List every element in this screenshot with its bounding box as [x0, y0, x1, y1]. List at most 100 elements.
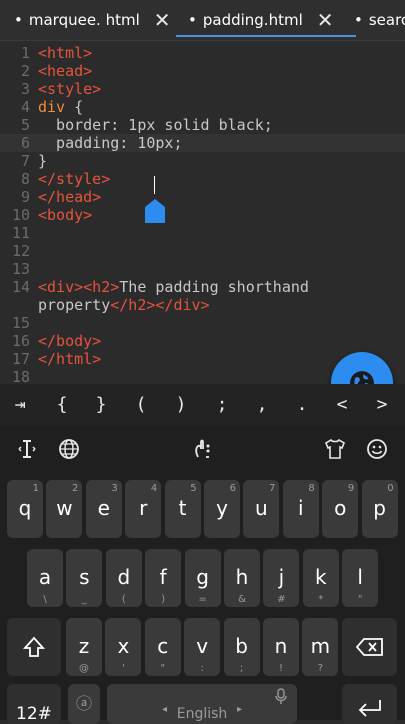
symbol-key[interactable]: ): [169, 384, 193, 426]
key-t[interactable]: t5: [164, 480, 201, 538]
key-z[interactable]: z @: [66, 618, 102, 676]
microphone-icon: [275, 688, 287, 704]
symbol-tab-key[interactable]: ⇥: [8, 384, 32, 426]
key-alt-label: ?: [317, 663, 324, 674]
symbol-key[interactable]: }: [89, 384, 113, 426]
shift-key[interactable]: [7, 618, 61, 676]
spacebar[interactable]: ◂ English ▸: [107, 684, 297, 724]
key-i[interactable]: i8: [282, 480, 319, 538]
code-line[interactable]: 1 <html>: [0, 44, 405, 62]
key-m[interactable]: m?: [302, 618, 339, 676]
code-line[interactable]: 7}: [0, 152, 405, 170]
key-l[interactable]: l ": [342, 549, 379, 607]
key-p[interactable]: p0: [361, 480, 398, 538]
comma-key[interactable]: ⓐ: [68, 684, 100, 724]
backspace-key[interactable]: [342, 618, 397, 676]
code-text: property</h2></div>: [38, 296, 210, 314]
key-s[interactable]: s _: [66, 549, 103, 607]
code-line[interactable]: 6 padding: 10px;: [0, 134, 405, 152]
key-alt-label: ;: [239, 663, 244, 674]
key-alt-label: 8: [308, 483, 315, 494]
key-alt-label: 2: [72, 483, 79, 494]
key-y[interactable]: y6: [204, 480, 240, 538]
symbol-key[interactable]: ,: [250, 384, 274, 426]
code-line[interactable]: 4 div {: [0, 98, 405, 116]
code-line[interactable]: 10 <body>: [0, 206, 405, 224]
close-icon[interactable]: ✕: [317, 8, 334, 32]
key-b[interactable]: b;: [223, 618, 260, 676]
numbers-key[interactable]: 12#: [7, 684, 61, 724]
symbol-key[interactable]: {: [50, 384, 74, 426]
cursor-handle-icon[interactable]: [145, 199, 165, 223]
key-j[interactable]: j #: [263, 549, 300, 607]
enter-key[interactable]: [342, 684, 397, 724]
tab-marquee[interactable]: • marquee. html ✕: [14, 0, 171, 40]
code-line[interactable]: 13: [0, 260, 405, 278]
key-h[interactable]: h &: [224, 549, 260, 607]
code-line[interactable]: 15: [0, 314, 405, 332]
key-f[interactable]: f): [145, 549, 182, 607]
key-w[interactable]: w2: [46, 480, 83, 538]
symbol-key[interactable]: (: [129, 384, 153, 426]
key-alt-label: !: [278, 663, 283, 674]
key-alt-label: _: [81, 594, 87, 605]
code-text: <div><h2>The padding shorthand: [38, 278, 309, 296]
code-line[interactable]: 12: [0, 242, 405, 260]
key-r[interactable]: r4: [125, 480, 162, 538]
code-editor[interactable]: 1 <html> 2 <head> 3 <style> 4 div {5 border: 1p…: [0, 41, 405, 384]
symbol-key[interactable]: >: [370, 384, 394, 426]
line-number: 5: [20, 116, 30, 134]
key-c[interactable]: c ": [144, 618, 181, 676]
globe-language-icon[interactable]: [54, 434, 84, 464]
key-o[interactable]: o9: [322, 480, 359, 538]
key-u[interactable]: u7: [243, 480, 280, 538]
code-line[interactable]: 2 <head>: [0, 62, 405, 80]
code-line[interactable]: 9 </head>: [0, 188, 405, 206]
code-line[interactable]: 16 </body>: [0, 332, 405, 350]
code-line[interactable]: 5 border: 1px solid black;: [0, 116, 405, 134]
key-d[interactable]: d(: [105, 549, 142, 607]
symbol-key[interactable]: ;: [210, 384, 234, 426]
emoji-icon[interactable]: [362, 434, 392, 464]
key-alt-label: ': [122, 663, 125, 674]
theme-shirt-icon[interactable]: [320, 434, 350, 464]
key-g[interactable]: g =: [184, 549, 221, 607]
key-label: q: [18, 496, 32, 520]
symbol-key[interactable]: .: [290, 384, 314, 426]
key-label: c: [157, 634, 169, 658]
key-label: s: [79, 565, 90, 589]
key-n[interactable]: n!: [263, 618, 299, 676]
key-q[interactable]: q1: [7, 480, 43, 538]
tab-search[interactable]: • searc: [354, 0, 405, 40]
code-line[interactable]: 3 <style>: [0, 80, 405, 98]
line-number: 8: [20, 170, 30, 188]
key-a[interactable]: a \: [27, 549, 63, 607]
code-text: </html>: [38, 350, 102, 368]
key-label: w: [56, 496, 73, 520]
line-number: 12: [11, 242, 30, 260]
code-line[interactable]: 14 <div><h2>The padding shorthand: [0, 278, 405, 296]
tab-padding[interactable]: • padding.html ✕: [176, 0, 355, 40]
code-text: div {: [38, 98, 84, 116]
key-alt-label: 6: [229, 483, 236, 494]
key-k[interactable]: k *: [302, 549, 339, 607]
key-label: j: [278, 565, 285, 589]
code-line[interactable]: 11: [0, 224, 405, 242]
key-alt-label: :: [200, 663, 204, 674]
key-x[interactable]: x ': [105, 618, 142, 676]
code-line[interactable]: property</h2></div>: [0, 296, 405, 314]
text-cursor-control-icon[interactable]: [12, 434, 42, 464]
key-label: p: [373, 496, 386, 520]
close-icon[interactable]: ✕: [154, 8, 171, 32]
voice-input-icon[interactable]: [187, 434, 217, 464]
symbol-key[interactable]: <: [330, 384, 354, 426]
code-text: </head>: [38, 188, 102, 206]
tab-dot: •: [188, 11, 197, 29]
code-line[interactable]: 8 </style>: [0, 170, 405, 188]
key-v[interactable]: v:: [184, 618, 221, 676]
key-e[interactable]: e3: [85, 480, 122, 538]
keyboard: q 1 w 2 e 3 r 4 t 5 y 6 u 7 i 8 o 9 p 0 a \ s _ d(f) g = h & j # k * l " z @…: [0, 426, 405, 724]
key-alt-label: ": [357, 594, 363, 605]
key-label: r: [139, 496, 148, 520]
line-number: 2: [20, 62, 30, 80]
